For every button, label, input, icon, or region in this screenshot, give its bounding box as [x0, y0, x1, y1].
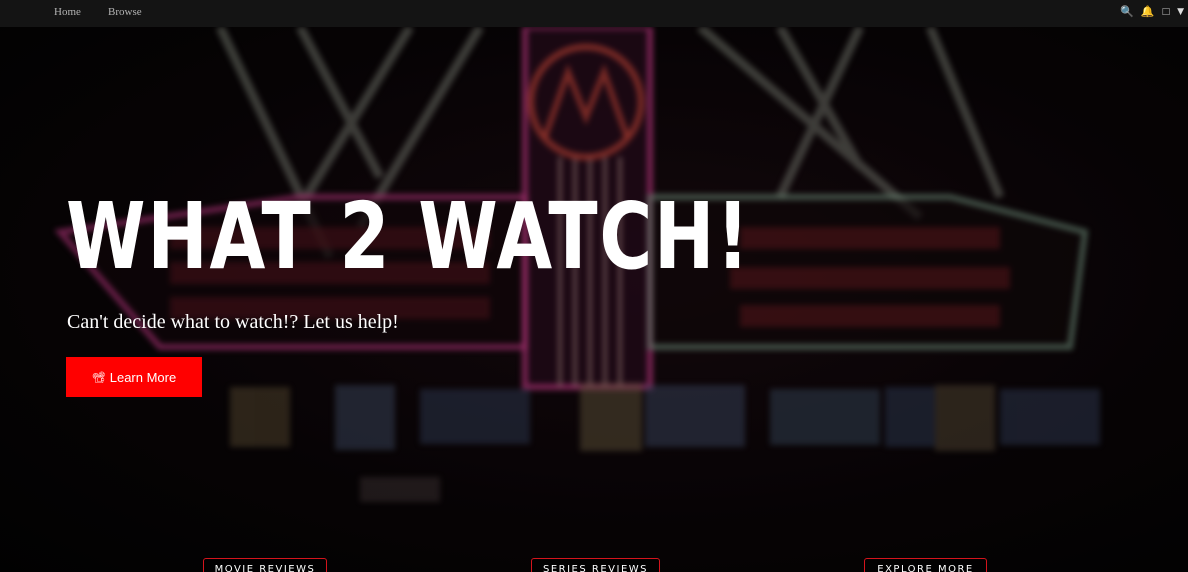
nav-home-link[interactable]: Home [54, 6, 81, 18]
nav-icon-group: 🔍 🔔 □ ▼ [1120, 5, 1184, 19]
learn-more-label: Learn More [109, 369, 177, 385]
caret-down-icon[interactable]: ▼ [1177, 5, 1184, 19]
hero-section [0, 27, 1188, 572]
profile-icon[interactable]: □ [1162, 5, 1171, 19]
search-icon[interactable]: 🔍 [1120, 5, 1134, 19]
hero-subtitle: Can't decide what to watch!? Let us help… [67, 311, 399, 333]
nav-browse-link[interactable]: Browse [108, 6, 142, 18]
series-reviews-button[interactable]: SERIES REVIEWS [531, 558, 660, 572]
bell-icon[interactable]: 🔔 [1141, 5, 1155, 19]
hero-dim-overlay [0, 27, 1188, 572]
film-projector-icon: 📽 [91, 370, 106, 384]
top-nav-bar: Home Browse 🔍 🔔 □ ▼ [0, 0, 1188, 27]
learn-more-button[interactable]: 📽 Learn More [66, 357, 202, 397]
explore-more-button[interactable]: EXPLORE MORE [864, 558, 987, 572]
movie-reviews-button[interactable]: MOVIE REVIEWS [203, 558, 327, 572]
hero-title: WHAT 2 WATCH! [66, 184, 751, 291]
